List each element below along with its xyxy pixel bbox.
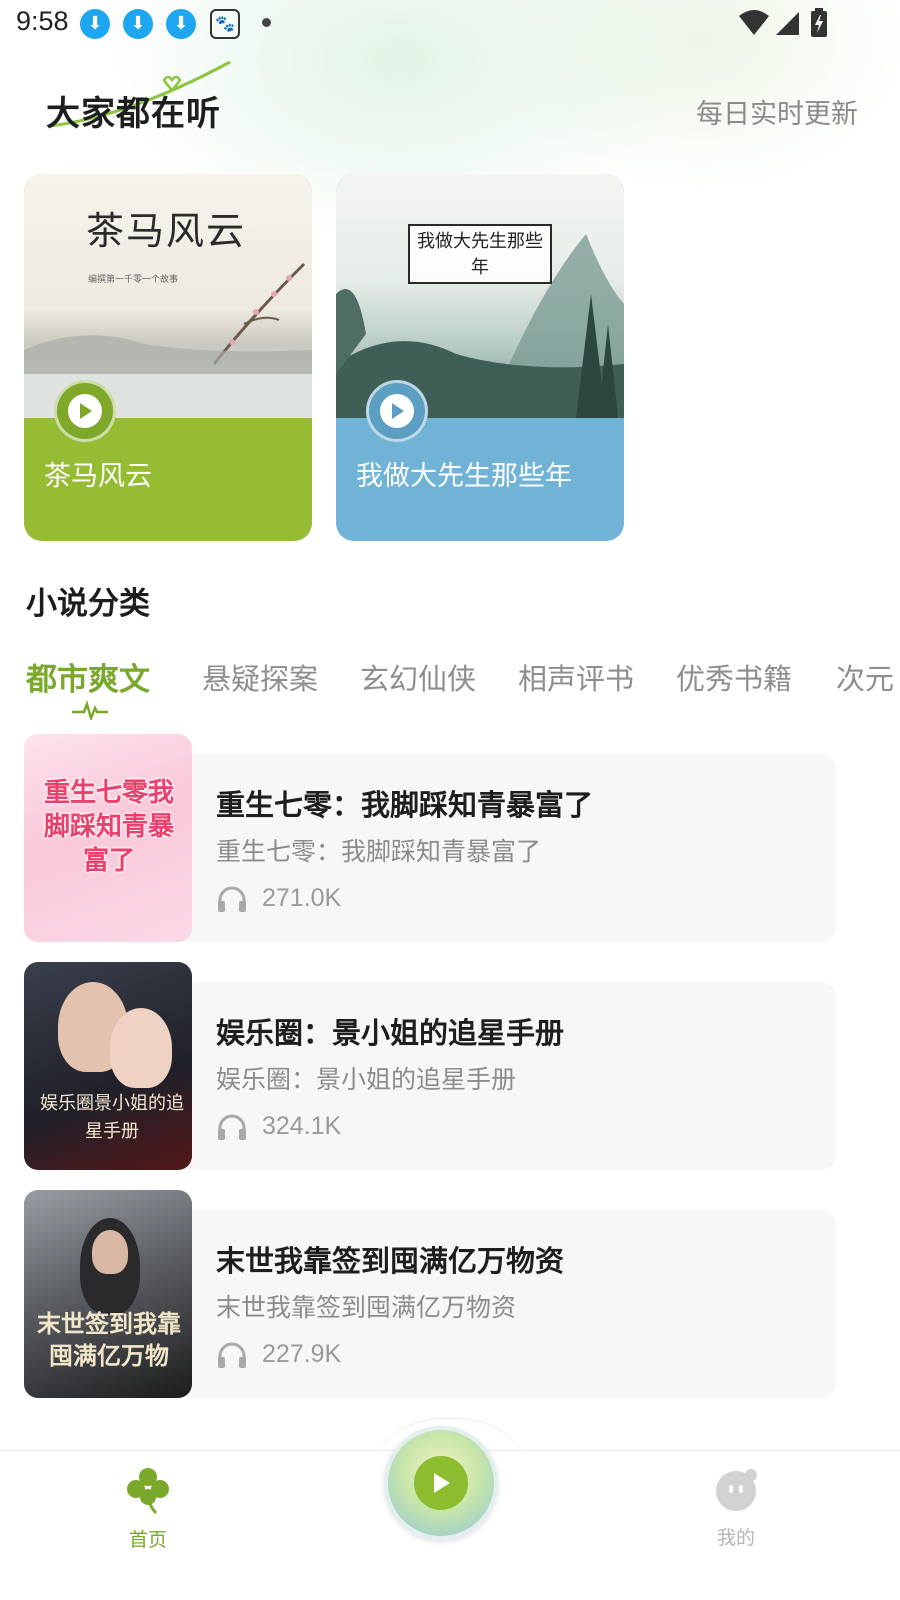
featured-cover: 茶马风云 编撰第一千零一个故事	[24, 174, 312, 418]
featured-cover: 我做大先生那些年	[336, 174, 624, 418]
status-bar: 9:58 ⬇ ⬇ ⬇ 🐾	[0, 0, 900, 48]
featured-card[interactable]: 茶马风云 编撰第一千零一个故事 茶马风云	[24, 174, 312, 541]
battery-icon	[811, 8, 827, 37]
book-cover-text: 重生七零我脚踩知青暴富了	[43, 778, 174, 876]
book-subtitle: 娱乐圈：景小姐的追星手册	[216, 1065, 517, 1094]
book-subtitle: 末世我靠签到囤满亿万物资	[216, 1293, 517, 1322]
listen-count: 324.1K	[262, 1112, 342, 1140]
clover-icon	[127, 1468, 169, 1515]
featured-title: 我做大先生那些年	[356, 461, 572, 492]
mountain-illustration	[336, 234, 624, 418]
tab-crosstalk[interactable]: 相声评书	[518, 656, 634, 698]
play-button[interactable]	[54, 380, 116, 442]
tab-mystery[interactable]: 悬疑探案	[202, 656, 318, 698]
listen-count-row: 227.9K	[216, 1340, 341, 1369]
nav-mine[interactable]: 我的	[706, 1467, 766, 1550]
nav-mine-label: 我的	[716, 1527, 755, 1549]
listen-count: 227.9K	[262, 1340, 342, 1368]
listen-count-row: 271.0K	[216, 884, 341, 913]
page-title: 大家都在听	[46, 94, 221, 134]
active-tab-indicator-icon	[72, 700, 108, 720]
section-title: 小说分类	[26, 586, 150, 622]
book-list-item[interactable]: 娱乐圈景小姐的追星手册 娱乐圈：景小姐的追星手册 娱乐圈：景小姐的追星手册 32…	[24, 962, 838, 1172]
featured-card[interactable]: 我做大先生那些年 我做大先生那些年	[336, 174, 624, 541]
cell-signal-icon	[776, 12, 799, 35]
play-icon	[380, 394, 414, 428]
book-title: 重生七零：我脚踩知青暴富了	[216, 788, 594, 822]
notification-dot-icon	[262, 18, 271, 27]
headphones-icon	[218, 1342, 246, 1368]
book-cover: 重生七零我脚踩知青暴富了	[24, 734, 192, 942]
headphones-icon	[218, 886, 246, 912]
book-subtitle: 重生七零：我脚踩知青暴富了	[216, 837, 542, 866]
tab-excellent-books[interactable]: 优秀书籍	[676, 656, 792, 698]
book-cover: 娱乐圈景小姐的追星手册	[24, 962, 192, 1170]
category-tabs: 都市爽文 悬疑探案 玄幻仙侠 相声评书 优秀书籍 次元	[26, 656, 900, 726]
cover-title: 我做大先生那些年	[408, 224, 552, 284]
baidu-paw-icon: 🐾	[210, 9, 240, 39]
featured-row: 茶马风云 编撰第一千零一个故事 茶马风云 我做大先生那些年 我做大先生那些年	[24, 174, 624, 541]
download-icon: ⬇	[80, 9, 110, 39]
cover-title: 茶马风云	[86, 209, 247, 253]
download-icon: ⬇	[166, 9, 196, 39]
tab-fantasy[interactable]: 玄幻仙侠	[360, 656, 476, 698]
download-icon: ⬇	[123, 9, 153, 39]
headphones-icon	[218, 1114, 246, 1140]
book-cover-text: 末世签到我靠囤满亿万物	[37, 1309, 181, 1370]
play-icon	[414, 1456, 468, 1510]
nav-home-label: 首页	[128, 1529, 167, 1551]
tab-urban[interactable]: 都市爽文	[26, 656, 150, 699]
play-icon	[68, 394, 102, 428]
tab-anime[interactable]: 次元	[836, 656, 894, 698]
header: 大家都在听 每日实时更新	[0, 56, 900, 156]
listen-count-row: 324.1K	[216, 1112, 341, 1141]
book-cover-text: 娱乐圈景小姐的追星手册	[40, 1093, 184, 1142]
book-title: 末世我靠签到囤满亿万物资	[216, 1244, 565, 1278]
status-time: 9:58	[16, 6, 69, 36]
book-list-item[interactable]: 重生七零我脚踩知青暴富了 重生七零：我脚踩知青暴富了 重生七零：我脚踩知青暴富了…	[24, 734, 838, 944]
book-title: 娱乐圈：景小姐的追星手册	[216, 1016, 565, 1050]
profile-face-icon	[716, 1469, 757, 1511]
wifi-icon	[739, 10, 769, 35]
listen-count: 271.0K	[262, 884, 342, 912]
book-cover: 末世签到我靠囤满亿万物	[24, 1190, 192, 1398]
featured-title: 茶马风云	[44, 461, 152, 492]
now-playing-button[interactable]	[384, 1426, 498, 1540]
play-button[interactable]	[366, 380, 428, 442]
book-list-item[interactable]: 末世签到我靠囤满亿万物 末世我靠签到囤满亿万物资 末世我靠签到囤满亿万物资 22…	[24, 1190, 838, 1400]
daily-update-label: 每日实时更新	[696, 99, 858, 130]
nav-home[interactable]: 首页	[118, 1467, 178, 1552]
